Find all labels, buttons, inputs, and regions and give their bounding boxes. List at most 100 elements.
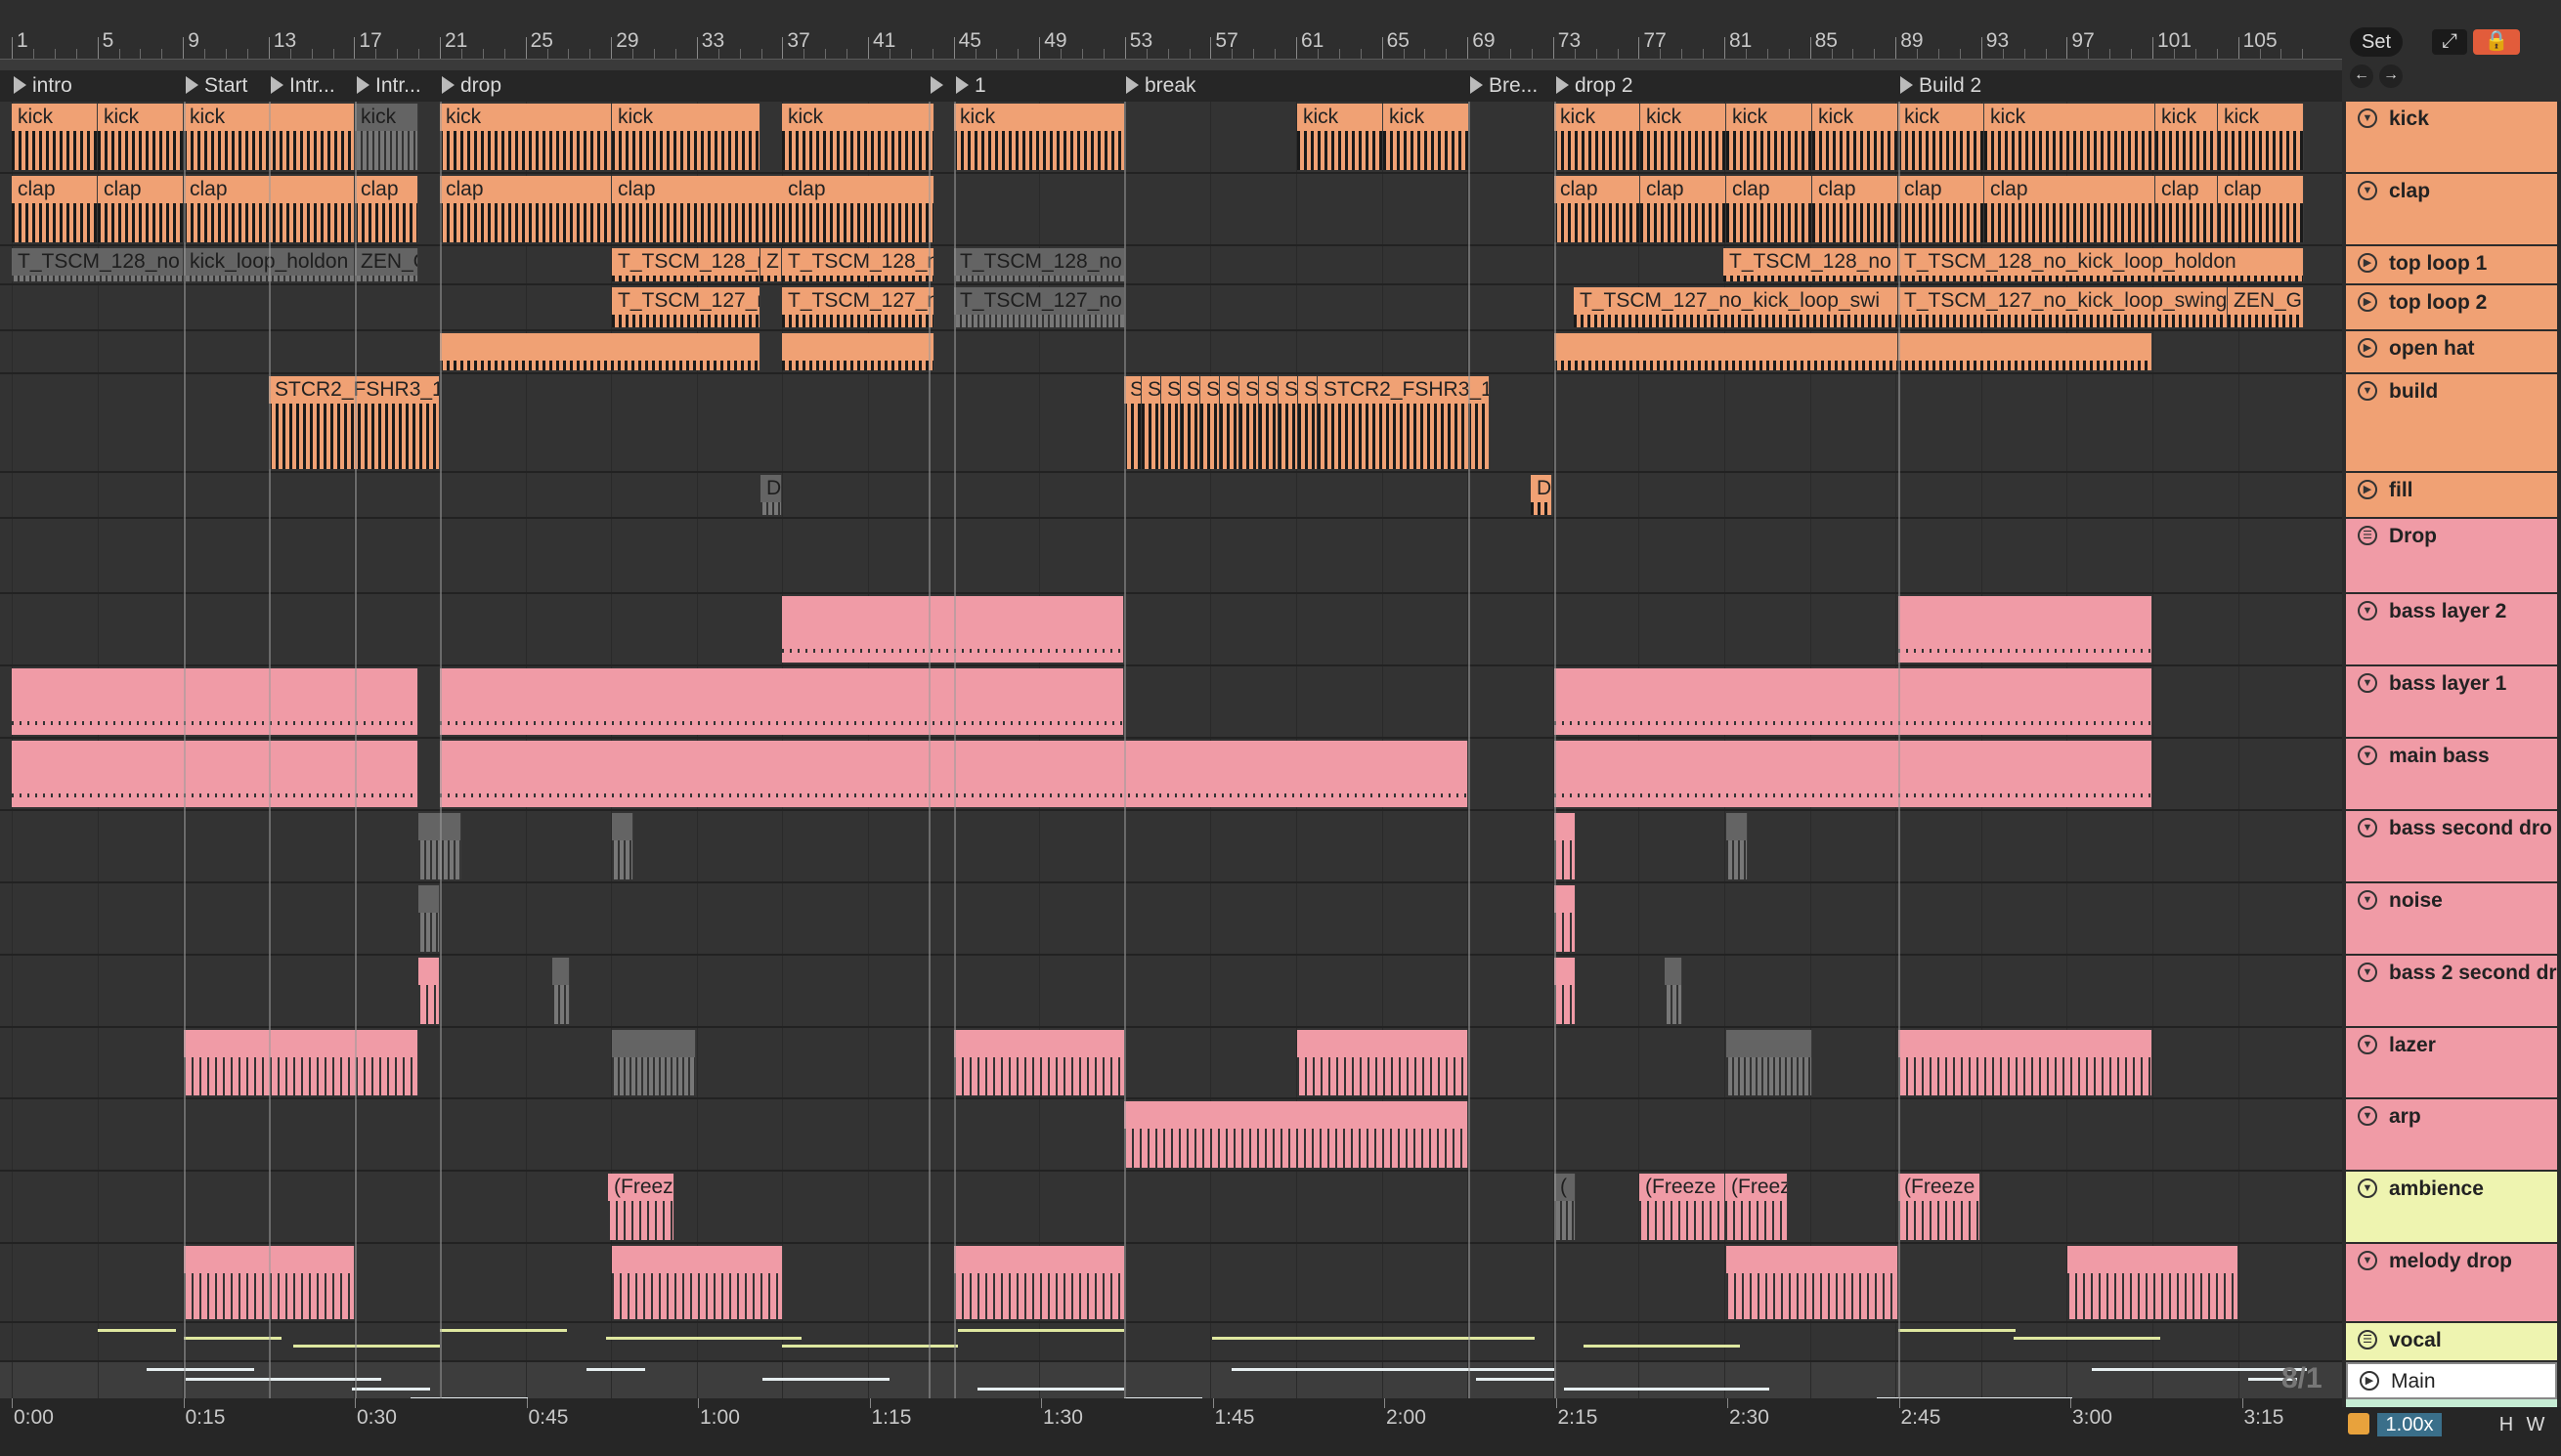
locator-flag-icon[interactable] — [1556, 75, 1569, 94]
fx-clip[interactable] — [762, 1378, 890, 1382]
fold-icon[interactable]: ▼ — [2358, 889, 2377, 910]
audio-clip[interactable]: (Freeze — [1639, 1174, 1725, 1241]
locator-flag-icon[interactable] — [271, 75, 283, 94]
play-icon[interactable]: ▶ — [2358, 479, 2377, 499]
audio-clip[interactable]: clap — [2218, 175, 2304, 242]
vocal-clip[interactable] — [98, 1328, 176, 1332]
locator[interactable]: drop 2 — [1554, 70, 1894, 102]
fx-clip[interactable] — [147, 1368, 254, 1372]
audio-clip[interactable]: T_TSCM_127_n — [612, 287, 760, 328]
audio-clip[interactable]: clap — [1812, 175, 1898, 242]
locator-flag-icon[interactable] — [186, 75, 198, 94]
track-lane[interactable]: clap clap clap clap clap clap clap clap clap clap… — [0, 173, 2342, 246]
audio-clip[interactable]: T_TSCM_128_no — [12, 247, 184, 282]
audio-clip[interactable]: kick — [1383, 104, 1469, 170]
track-lane[interactable] — [0, 1244, 2342, 1323]
track-header[interactable]: ▼ main bass — [2346, 738, 2557, 811]
loop-end-flag-icon[interactable] — [931, 75, 943, 94]
audio-clip[interactable]: S — [1298, 375, 1318, 469]
w-button[interactable]: W — [2524, 1413, 2547, 1436]
audio-clip[interactable] — [782, 333, 934, 370]
track-lane[interactable]: DD — [0, 472, 2342, 519]
audio-clip[interactable] — [612, 812, 633, 879]
audio-clip[interactable]: clap — [1984, 175, 2155, 242]
track-lane[interactable]: T_TSCM_128_nokick_loop_holdonZEN_GT_TSCM… — [0, 245, 2342, 286]
audio-clip[interactable]: kick — [1554, 104, 1640, 170]
track-lane[interactable] — [0, 518, 2342, 594]
track-lane[interactable] — [0, 665, 2342, 739]
vocal-clip[interactable] — [440, 1328, 567, 1332]
h-button[interactable]: H — [2495, 1413, 2518, 1436]
audio-clip[interactable]: clap — [612, 175, 784, 242]
audio-clip[interactable]: kick — [1984, 104, 2155, 170]
fold-icon[interactable]: ▼ — [2358, 601, 2377, 621]
track-header[interactable]: ▼ bass second dro — [2346, 810, 2557, 883]
track-lane[interactable]: STCR2_FSHR3_12SSSSSSSSSSSTCR2_FSHR3_12 — [0, 373, 2342, 473]
audio-clip[interactable]: T_TSCM_128_n — [782, 247, 934, 282]
audio-clip[interactable]: ZEN_GF — [2228, 287, 2304, 328]
fold-icon[interactable]: ▼ — [2358, 1106, 2377, 1127]
locator[interactable]: Bre... — [1468, 70, 1550, 102]
nav-right-icon[interactable]: → — [2379, 64, 2403, 88]
locator[interactable]: Start — [184, 70, 265, 102]
audio-clip[interactable]: T_TSCM_128_no — [954, 247, 1125, 282]
fold-icon[interactable]: ▼ — [2358, 180, 2377, 200]
vocal-clip[interactable] — [782, 1344, 958, 1348]
locator[interactable] — [929, 70, 954, 102]
locator[interactable]: Build 2 — [1898, 70, 2338, 102]
track-header[interactable]: ▼ arp — [2346, 1099, 2557, 1173]
track-lane[interactable] — [0, 1027, 2342, 1100]
fx-clip[interactable] — [2092, 1368, 2307, 1372]
fx-clip[interactable] — [1564, 1388, 1769, 1392]
audio-clip[interactable] — [1554, 957, 1576, 1024]
audio-clip[interactable]: S — [1239, 375, 1259, 469]
track-lane[interactable]: T_TSCM_127_n T_TSCM_127_n T_TSCM_127_no T_T… — [0, 285, 2342, 332]
vocal-clip[interactable] — [958, 1328, 1124, 1332]
zoom-display[interactable]: 1.00x — [2377, 1413, 2442, 1436]
track-header[interactable]: ▶ top loop 2 — [2346, 285, 2557, 332]
fold-icon[interactable]: ▼ — [2358, 745, 2377, 765]
audio-clip[interactable]: kick — [1812, 104, 1898, 170]
audio-clip[interactable] — [12, 667, 418, 735]
audio-clip[interactable]: clap — [1554, 175, 1640, 242]
audio-clip[interactable]: clap — [1898, 175, 1984, 242]
vocal-clip[interactable] — [1898, 1328, 2016, 1332]
lock-button[interactable]: 🔒 — [2473, 29, 2520, 55]
audio-clip[interactable] — [1124, 1101, 1468, 1169]
track-lane[interactable] — [0, 738, 2342, 811]
locator[interactable]: break — [1124, 70, 1464, 102]
vocal-clip[interactable] — [2014, 1336, 2160, 1340]
audio-clip[interactable] — [418, 957, 440, 1024]
audio-clip[interactable]: S — [1259, 375, 1279, 469]
audio-clip[interactable] — [1665, 957, 1682, 1024]
audio-clip[interactable] — [612, 1029, 696, 1096]
track-header[interactable]: ▼ kick — [2346, 102, 2557, 174]
audio-clip[interactable]: STCR2_FSHR3_12 — [1318, 375, 1490, 469]
audio-clip[interactable] — [440, 667, 1124, 735]
track-lane[interactable] — [0, 594, 2342, 666]
locator[interactable]: drop — [440, 70, 950, 102]
cpu-meter-icon[interactable] — [2348, 1413, 2369, 1435]
track-header[interactable]: ▶ open hat — [2346, 331, 2557, 374]
track-header[interactable]: ▼ melody drop — [2346, 1244, 2557, 1323]
audio-clip[interactable] — [184, 1029, 418, 1096]
locator-flag-icon[interactable] — [14, 75, 26, 94]
audio-clip[interactable]: clap — [782, 175, 934, 242]
audio-clip[interactable]: kick — [612, 104, 760, 170]
audio-clip[interactable]: T_TSCM_127_no_kick_loop_swi — [1574, 287, 1898, 328]
audio-clip[interactable]: kick — [440, 104, 612, 170]
track-lane[interactable]: kick kick kick kick kick kick kick kick kick kick… — [0, 102, 2342, 174]
audio-clip[interactable]: kick — [1726, 104, 1812, 170]
audio-clip[interactable]: S — [1124, 375, 1142, 469]
group-icon[interactable]: ☰ — [2358, 525, 2377, 545]
locator[interactable]: Intr... — [269, 70, 351, 102]
track-lane[interactable] — [0, 1362, 2342, 1398]
audio-clip[interactable]: S — [1181, 375, 1200, 469]
fold-icon[interactable]: ▼ — [2358, 672, 2377, 693]
audio-clip[interactable]: D — [1531, 474, 1552, 515]
audio-clip[interactable] — [1726, 812, 1748, 879]
play-icon[interactable]: ▶ — [2358, 292, 2377, 313]
audio-clip[interactable] — [552, 957, 570, 1024]
audio-clip[interactable]: kick — [1297, 104, 1383, 170]
track-header[interactable]: ▼ bass layer 1 — [2346, 665, 2557, 739]
